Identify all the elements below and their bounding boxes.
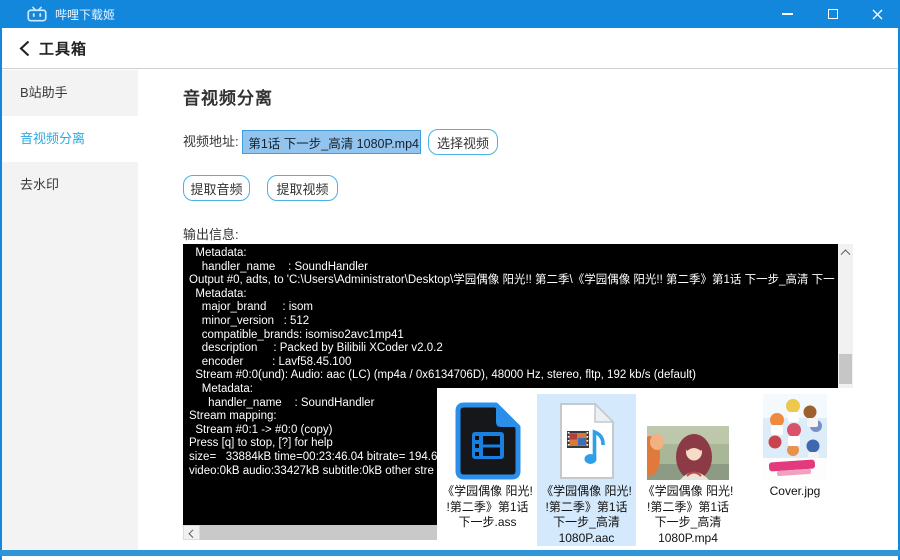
video-path-input[interactable]: 季》第1话 下一步_高清 1080P.mp4 [242,130,421,154]
window-border-left [0,28,2,560]
file-item-cover-jpg[interactable]: Cover.jpg [750,394,840,500]
scroll-up-icon[interactable] [838,244,853,260]
app-window: 哔哩下载姬 工具箱 B站助手 音视频分离 去水印 音视频分离 视频地址: 季》第… [0,0,900,560]
bilibili-tv-icon [27,6,47,22]
minimize-button[interactable] [765,0,810,28]
file-name: 《学园偶像 阳光! !第二季》第1话 下一步_高清 1080P.aac [541,484,632,545]
file-explorer-panel: 《学园偶像 阳光! !第二季》第1话 下一步.ass 《学园偶像 阳光! !第二… [437,388,898,549]
app-title: 哔哩下载姬 [55,7,116,22]
section-title: 音视频分离 [183,89,273,108]
minimize-icon [782,13,793,15]
video-path-label: 视频地址: [183,134,239,149]
sidebar-item-bilibili-helper[interactable]: B站助手 [2,70,138,116]
window-border-bottom [0,550,900,556]
video-thumbnail [647,426,729,480]
extract-video-button[interactable]: 提取视频 [267,175,338,201]
extract-audio-button[interactable]: 提取音频 [183,175,250,201]
file-name: Cover.jpg [769,484,821,498]
back-chevron-icon [19,40,30,56]
window-controls [765,0,900,28]
sidebar-item-remove-watermark[interactable]: 去水印 [2,162,138,208]
close-button[interactable] [855,0,900,28]
vertical-scrollbar-thumb[interactable] [839,354,852,384]
scroll-left-icon[interactable] [183,525,200,540]
sidebar: B站助手 音视频分离 去水印 [2,70,138,550]
maximize-button[interactable] [810,0,855,28]
file-item-aac-selected[interactable]: 《学园偶像 阳光! !第二季》第1话 下一步_高清 1080P.aac [537,394,636,546]
file-name: 《学园偶像 阳光! !第二季》第1话 下一步.ass [442,484,533,529]
page-title: 工具箱 [39,40,88,58]
file-item-ass[interactable]: 《学园偶像 阳光! !第二季》第1话 下一步.ass [440,394,535,531]
file-item-mp4[interactable]: 《学园偶像 阳光! !第二季》第1话 下一步_高清 1080P.mp4 [642,394,734,546]
video-path-selected-text: 季》第1话 下一步_高清 1080P.mp4 [243,131,420,153]
back-button[interactable]: 工具箱 [19,38,87,59]
close-icon [872,9,883,19]
image-thumbnail [763,394,827,480]
subtitle-video-file-icon [455,402,520,480]
file-name: 《学园偶像 阳光! !第二季》第1话 下一步_高清 1080P.mp4 [642,484,734,545]
sidebar-item-av-separation[interactable]: 音视频分离 [2,116,138,162]
select-video-button[interactable]: 选择视频 [428,129,498,155]
page-header: 工具箱 [2,28,898,69]
audio-file-icon [559,402,615,479]
titlebar[interactable]: 哔哩下载姬 [0,0,900,28]
output-info-label: 输出信息: [183,227,239,242]
maximize-icon [827,9,838,19]
